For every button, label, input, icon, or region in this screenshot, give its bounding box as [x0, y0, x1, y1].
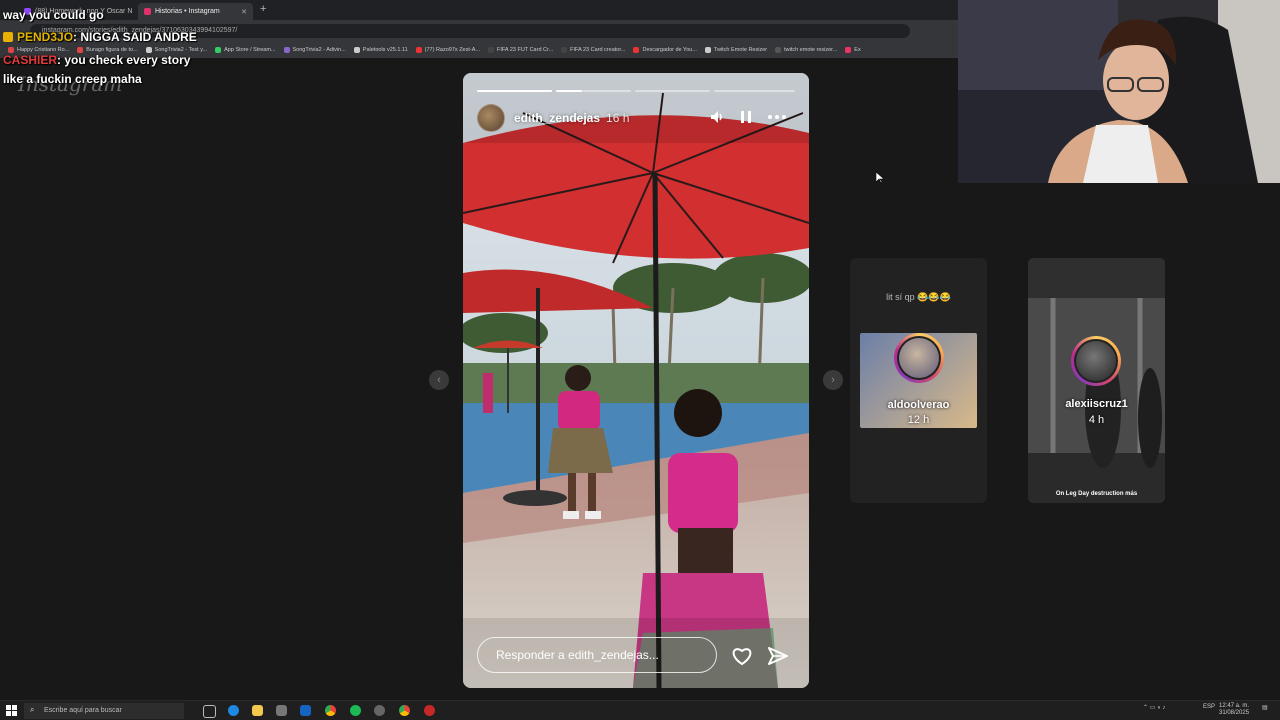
windows-start-icon[interactable]: [6, 705, 17, 716]
story-time: 4 h: [1088, 414, 1105, 426]
opera-icon[interactable]: [424, 705, 435, 716]
story-username: alexiiscruz1: [1065, 398, 1128, 410]
chat-message: like a fuckin creep maha: [3, 72, 142, 86]
story-caption: On Leg Day destruction más: [1055, 491, 1138, 497]
more-options-icon[interactable]: [767, 109, 787, 125]
search-icon: ⌕: [30, 705, 35, 714]
webcam-overlay: [958, 0, 1280, 183]
edge-icon[interactable]: [228, 705, 239, 716]
webcam-feed: [958, 0, 1280, 183]
language-indicator[interactable]: ESP: [1203, 704, 1215, 710]
avatar: [1071, 336, 1121, 386]
story-image: [463, 73, 809, 688]
story-time: 16 h: [606, 111, 630, 125]
chat-message: PEND3JO: NIGGA SAID ANDRE: [3, 30, 197, 44]
story-progress-bar: [635, 90, 710, 92]
sub-badge-icon: [3, 32, 13, 42]
tray-icons[interactable]: ⌃ ▭ ◖ ♪: [1143, 704, 1165, 711]
chrome-icon[interactable]: [399, 705, 410, 716]
bookmark-item[interactable]: twitch emote resizer...: [775, 47, 837, 53]
bookmark-item[interactable]: Twitch Emote Resizer: [704, 47, 767, 53]
bookmark-item[interactable]: App Store / Stream...: [215, 47, 276, 53]
instagram-icon: [144, 8, 151, 15]
story-viewer[interactable]: edith_zendejas 16 h Responder a edith_ze…: [463, 73, 809, 688]
bookmark-item[interactable]: FIFA 23 FUT Card Cr...: [487, 47, 553, 53]
clock[interactable]: 12:47 a. m. 31/08/2025: [1219, 703, 1249, 717]
bookmark-item[interactable]: SongTrivia2 - Adivin...: [283, 47, 346, 53]
heart-icon[interactable]: [731, 646, 753, 666]
story-progress-bar: [477, 90, 552, 92]
avatar[interactable]: [477, 104, 505, 132]
close-icon[interactable]: ✕: [132, 8, 133, 16]
browser-tab-bar: (88) Homework_nog Y Oscar N ✕ Historias …: [0, 0, 958, 20]
story-username[interactable]: edith_zendejas: [514, 111, 600, 125]
tab-instagram[interactable]: Historias • Instagram ✕: [138, 3, 253, 20]
next-story-button[interactable]: ›: [823, 370, 843, 390]
close-icon[interactable]: ✕: [235, 8, 247, 16]
notification-icon[interactable]: ▤: [1262, 704, 1268, 711]
side-story-card[interactable]: alexiiscruz1 4 h On Leg Day destruction …: [1028, 258, 1165, 503]
chat-message: CASHIER: you check every story: [3, 53, 191, 67]
send-icon[interactable]: [767, 646, 789, 666]
chrome-icon[interactable]: [325, 705, 336, 716]
file-explorer-icon[interactable]: [252, 705, 263, 716]
story-username: aldoolverao: [887, 399, 950, 411]
previous-story-button[interactable]: ‹: [429, 370, 449, 390]
reply-input[interactable]: Responder a edith_zendejas...: [477, 637, 717, 673]
bookmark-item[interactable]: Paletools v25.1.11: [353, 47, 408, 53]
store-icon[interactable]: [276, 705, 287, 716]
mouse-cursor-icon: [876, 172, 884, 184]
volume-icon[interactable]: [709, 109, 725, 125]
new-tab-icon[interactable]: +: [260, 3, 266, 15]
story-caption: lit sí qp 😂😂😂: [886, 292, 951, 302]
side-story-card[interactable]: lit sí qp 😂😂😂 aldoolverao 12 h: [850, 258, 987, 503]
outlook-icon[interactable]: [300, 705, 311, 716]
bookmark-item[interactable]: Ex: [845, 47, 861, 53]
task-view-icon[interactable]: [203, 705, 216, 718]
bookmark-item[interactable]: (77) Razo97s Zest-A...: [415, 47, 480, 53]
windows-taskbar: Escribe aquí para buscar ⌕ ⌃ ▭ ◖ ♪ ESP 1…: [0, 700, 1280, 720]
pause-icon[interactable]: [739, 109, 753, 125]
story-time: 12 h: [907, 414, 930, 426]
bookmark-item[interactable]: FIFA 23 Card creator...: [561, 47, 625, 53]
avatar: [894, 333, 944, 383]
obs-icon[interactable]: [374, 705, 385, 716]
taskbar-search-input[interactable]: Escribe aquí para buscar: [24, 703, 184, 719]
story-progress-bar: [556, 90, 631, 92]
bookmark-item[interactable]: Descargador de You...: [633, 47, 697, 53]
story-progress-bar: [714, 90, 795, 92]
chat-message: way you could go: [3, 8, 104, 22]
spotify-icon[interactable]: [350, 705, 361, 716]
